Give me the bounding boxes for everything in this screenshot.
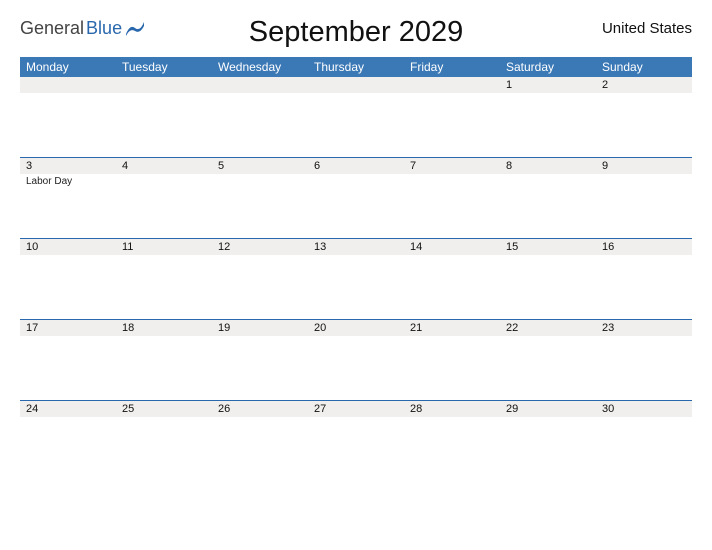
date-number: 3 [20, 158, 116, 174]
event-label: Labor Day [20, 174, 116, 187]
day-header-thu: Thursday [308, 60, 404, 74]
date-number: 17 [20, 320, 116, 336]
day-cell: 14 [404, 239, 500, 319]
date-number: 9 [596, 158, 692, 174]
day-cell [20, 77, 116, 157]
day-cell: 7 [404, 158, 500, 238]
date-number: 26 [212, 401, 308, 417]
day-cell: 15 [500, 239, 596, 319]
date-number: 7 [404, 158, 500, 174]
day-header-sat: Saturday [500, 60, 596, 74]
date-number: 5 [212, 158, 308, 174]
date-number [404, 77, 500, 93]
brand-part1: General [20, 18, 84, 39]
day-cell: 11 [116, 239, 212, 319]
date-number [20, 77, 116, 93]
day-cell: 30 [596, 401, 692, 481]
date-number: 14 [404, 239, 500, 255]
calendar-grid: Monday Tuesday Wednesday Thursday Friday… [20, 57, 692, 481]
week-row: 3Labor Day456789 [20, 157, 692, 238]
week-row: 17181920212223 [20, 319, 692, 400]
day-header-fri: Friday [404, 60, 500, 74]
day-cell: 19 [212, 320, 308, 400]
date-number: 4 [116, 158, 212, 174]
brand-logo: General Blue [20, 18, 144, 39]
day-cell [116, 77, 212, 157]
day-cell [308, 77, 404, 157]
date-number: 16 [596, 239, 692, 255]
day-cell: 26 [212, 401, 308, 481]
brand-part2: Blue [86, 18, 122, 39]
date-number: 12 [212, 239, 308, 255]
day-header-wed: Wednesday [212, 60, 308, 74]
day-cell: 25 [116, 401, 212, 481]
date-number: 1 [500, 77, 596, 93]
header: General Blue September 2029 United State… [20, 18, 692, 39]
day-cell [212, 77, 308, 157]
date-number [212, 77, 308, 93]
day-cell: 12 [212, 239, 308, 319]
day-cell: 8 [500, 158, 596, 238]
day-header-mon: Monday [20, 60, 116, 74]
day-cell: 20 [308, 320, 404, 400]
calendar-title: September 2029 [249, 16, 463, 49]
date-number: 22 [500, 320, 596, 336]
day-cell: 27 [308, 401, 404, 481]
region-label: United States [602, 20, 692, 37]
day-cell: 18 [116, 320, 212, 400]
day-header-sun: Sunday [596, 60, 692, 74]
date-number: 13 [308, 239, 404, 255]
date-number: 15 [500, 239, 596, 255]
date-number: 21 [404, 320, 500, 336]
date-number: 29 [500, 401, 596, 417]
day-cell: 10 [20, 239, 116, 319]
date-number [116, 77, 212, 93]
date-number: 28 [404, 401, 500, 417]
day-cell: 9 [596, 158, 692, 238]
day-cell: 6 [308, 158, 404, 238]
day-cell: 28 [404, 401, 500, 481]
day-cell: 4 [116, 158, 212, 238]
date-number: 30 [596, 401, 692, 417]
day-cell: 2 [596, 77, 692, 157]
day-cell: 3Labor Day [20, 158, 116, 238]
date-number: 23 [596, 320, 692, 336]
day-cell: 29 [500, 401, 596, 481]
date-number: 18 [116, 320, 212, 336]
date-number: 6 [308, 158, 404, 174]
date-number: 25 [116, 401, 212, 417]
date-number [308, 77, 404, 93]
day-cell: 24 [20, 401, 116, 481]
week-row: 24252627282930 [20, 400, 692, 481]
date-number: 2 [596, 77, 692, 93]
day-cell: 13 [308, 239, 404, 319]
day-cell: 16 [596, 239, 692, 319]
day-cell: 21 [404, 320, 500, 400]
week-row: 10111213141516 [20, 238, 692, 319]
day-cell: 22 [500, 320, 596, 400]
swoosh-icon [126, 22, 144, 36]
date-number: 27 [308, 401, 404, 417]
date-number: 19 [212, 320, 308, 336]
date-number: 24 [20, 401, 116, 417]
week-row: 12 [20, 77, 692, 157]
day-cell [404, 77, 500, 157]
date-number: 11 [116, 239, 212, 255]
date-number: 8 [500, 158, 596, 174]
day-cell: 17 [20, 320, 116, 400]
day-cell: 1 [500, 77, 596, 157]
day-cell: 5 [212, 158, 308, 238]
day-header-row: Monday Tuesday Wednesday Thursday Friday… [20, 57, 692, 77]
date-number: 10 [20, 239, 116, 255]
day-cell: 23 [596, 320, 692, 400]
date-number: 20 [308, 320, 404, 336]
day-header-tue: Tuesday [116, 60, 212, 74]
